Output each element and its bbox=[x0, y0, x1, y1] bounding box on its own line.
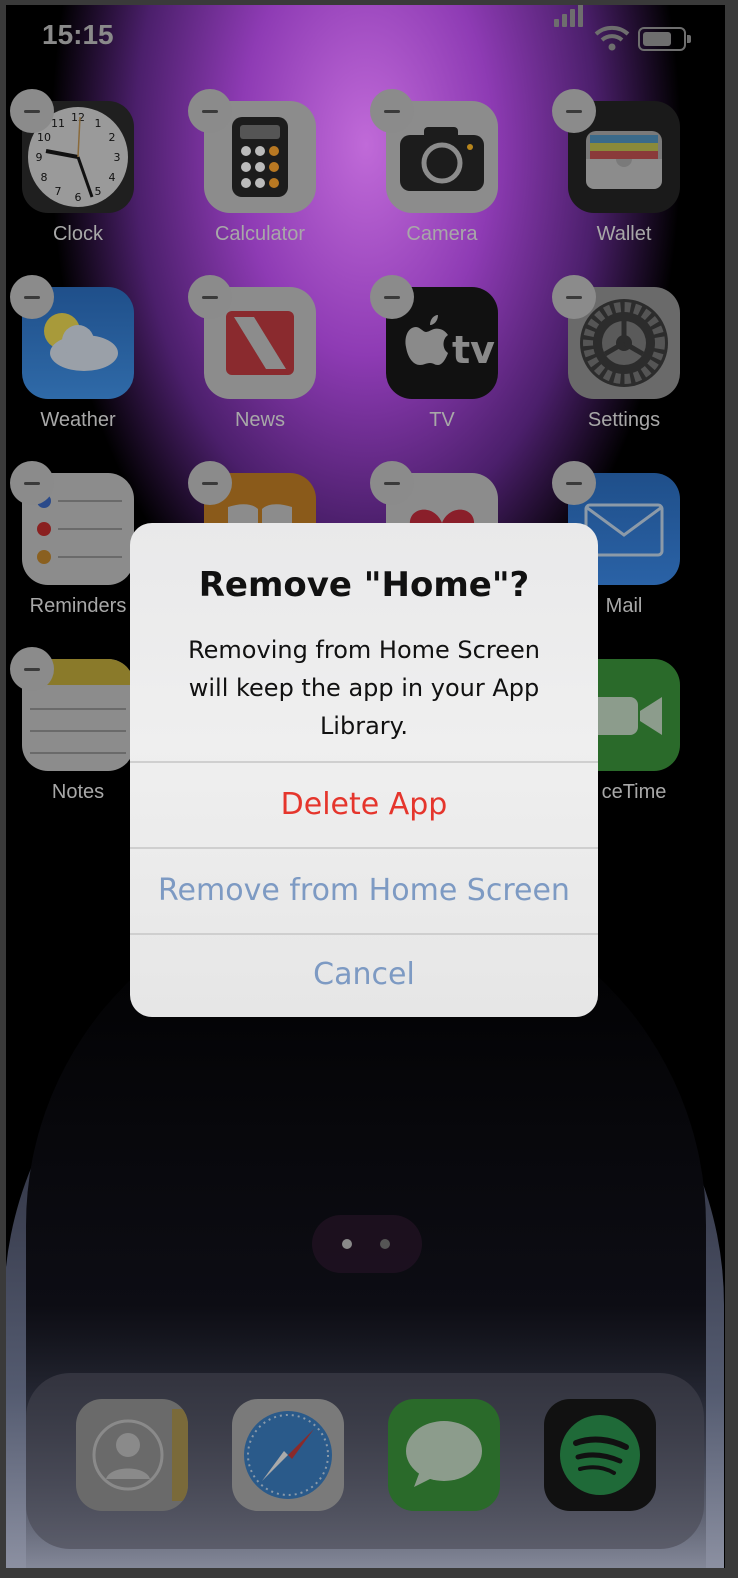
page-dot bbox=[380, 1239, 390, 1249]
status-time: 15:15 bbox=[42, 19, 114, 50]
dock-messages[interactable] bbox=[388, 1399, 500, 1511]
svg-text:11: 11 bbox=[51, 117, 65, 130]
remove-app-badge[interactable] bbox=[370, 275, 414, 319]
svg-text:4: 4 bbox=[109, 171, 116, 184]
status-bar: 15:15 bbox=[6, 5, 725, 65]
remove-app-badge[interactable] bbox=[10, 461, 54, 505]
delete-app-button[interactable]: Delete App bbox=[130, 763, 598, 847]
app-label: Settings bbox=[587, 409, 661, 431]
phone-screen: 15:15 12 1 2 3 4567 8 9 10 11 Clock Calc… bbox=[6, 5, 725, 1568]
svg-text:3: 3 bbox=[114, 151, 121, 164]
remove-app-badge[interactable] bbox=[10, 275, 54, 319]
remove-app-badge[interactable] bbox=[10, 89, 54, 133]
remove-app-badge[interactable] bbox=[188, 275, 232, 319]
dock-safari[interactable] bbox=[232, 1399, 344, 1511]
page-dot-active bbox=[342, 1239, 352, 1249]
remove-app-badge[interactable] bbox=[370, 89, 414, 133]
wifi-icon bbox=[594, 25, 630, 51]
messages-icon bbox=[406, 1421, 482, 1487]
app-label: News bbox=[234, 409, 285, 431]
remove-from-home-screen-button[interactable]: Remove from Home Screen bbox=[130, 849, 598, 933]
battery-icon bbox=[638, 27, 691, 51]
alert-message: Removing from Home Screen will keep the … bbox=[188, 636, 540, 740]
remove-app-badge[interactable] bbox=[188, 461, 232, 505]
spotify-icon bbox=[560, 1415, 640, 1495]
app-label: TV bbox=[429, 409, 455, 431]
remove-app-badge[interactable] bbox=[10, 647, 54, 691]
svg-text:6: 6 bbox=[75, 191, 82, 204]
app-label: Clock bbox=[52, 223, 103, 245]
dock-spotify[interactable] bbox=[544, 1399, 656, 1511]
remove-app-badge[interactable] bbox=[552, 461, 596, 505]
remove-app-alert: Remove "Home"? Removing from Home Screen… bbox=[130, 523, 598, 1017]
app-label: Camera bbox=[406, 223, 478, 245]
app-label: Weather bbox=[40, 409, 116, 431]
svg-text:10: 10 bbox=[37, 131, 51, 144]
page-indicator[interactable] bbox=[312, 1215, 422, 1273]
safari-icon bbox=[244, 1411, 332, 1499]
svg-text:tv: tv bbox=[452, 328, 495, 372]
svg-text:12: 12 bbox=[71, 111, 85, 124]
svg-text:8: 8 bbox=[41, 171, 48, 184]
app-label: Wallet bbox=[596, 223, 652, 245]
app-label: Calculator bbox=[214, 223, 306, 245]
remove-app-badge[interactable] bbox=[552, 89, 596, 133]
remove-app-badge[interactable] bbox=[188, 89, 232, 133]
svg-text:2: 2 bbox=[109, 131, 116, 144]
svg-text:1: 1 bbox=[95, 117, 102, 130]
remove-app-badge[interactable] bbox=[370, 461, 414, 505]
cancel-button[interactable]: Cancel bbox=[130, 933, 598, 1017]
svg-text:9: 9 bbox=[36, 151, 43, 164]
remove-app-badge[interactable] bbox=[552, 275, 596, 319]
dock bbox=[26, 1373, 704, 1549]
svg-text:7: 7 bbox=[55, 185, 62, 198]
svg-text:5: 5 bbox=[95, 185, 102, 198]
alert-title: Remove "Home"? bbox=[198, 565, 530, 605]
dock-contacts[interactable] bbox=[76, 1399, 188, 1511]
contacts-icon bbox=[92, 1409, 188, 1501]
